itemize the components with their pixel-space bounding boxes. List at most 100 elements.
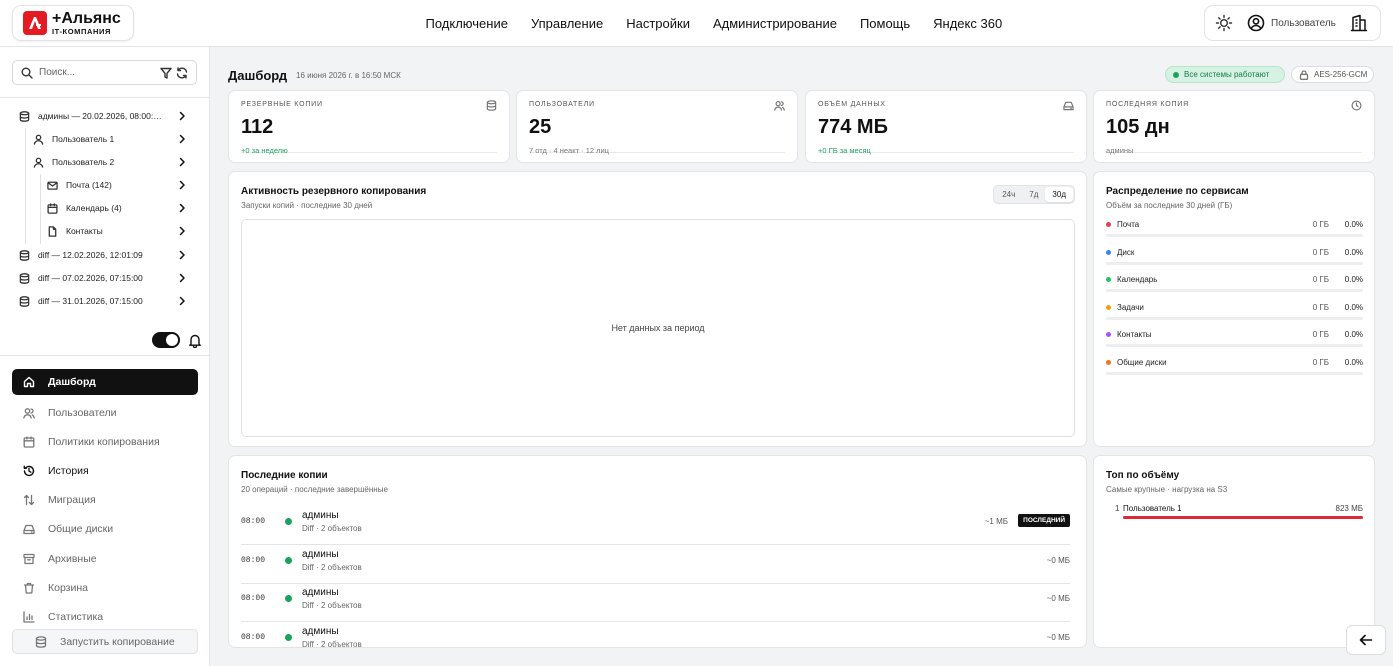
brand-name: +Альянс	[52, 9, 121, 27]
menu-label: Статистика	[48, 610, 104, 623]
refresh-icon[interactable]	[176, 66, 188, 79]
drive-icon	[23, 523, 35, 535]
lock-icon	[1299, 69, 1309, 80]
trash-icon	[23, 582, 35, 594]
tree-item-label: Почта (142)	[66, 180, 112, 190]
tree-item-mail[interactable]: Почта (142)	[47, 174, 187, 196]
brand-logo[interactable]: +Альянс IT-КОМПАНИЯ	[12, 5, 134, 41]
chevron-right-icon[interactable]	[177, 134, 187, 144]
menu-users[interactable]: Пользователи	[12, 398, 198, 427]
stat-value: 25	[529, 116, 552, 138]
stat-value: 774 МБ	[818, 116, 888, 138]
filter-icon[interactable]	[160, 67, 172, 79]
tree-item-user[interactable]: Пользователь 1	[33, 128, 187, 150]
database-icon	[19, 249, 30, 261]
chevron-right-icon[interactable]	[177, 157, 187, 167]
nav-yandex-360[interactable]: Яндекс 360	[922, 16, 1014, 31]
drive-icon	[1063, 100, 1074, 111]
menu-migration[interactable]: Миграция	[12, 486, 198, 515]
tree-guide-line	[25, 128, 26, 244]
nav-settings[interactable]: Настройки	[615, 16, 702, 31]
backup-name: админы	[302, 625, 339, 637]
sun-icon[interactable]	[1215, 14, 1233, 32]
top-name: Пользователь 1	[1123, 504, 1182, 513]
status-badge: Все системы работают	[1165, 66, 1285, 83]
service-percent: 0.0%	[1344, 330, 1363, 340]
range-30d[interactable]: 30д	[1045, 187, 1073, 202]
menu-trash[interactable]: Корзина	[12, 573, 198, 602]
tree-item-contacts[interactable]: Контакты	[47, 220, 187, 242]
menu-policies[interactable]: Политики копирования	[12, 427, 198, 456]
chevron-right-icon[interactable]	[177, 273, 187, 283]
backup-size: ~0 МБ	[1046, 594, 1070, 604]
nav-help[interactable]: Помощь	[848, 16, 921, 31]
arrow-left-icon	[1358, 632, 1374, 648]
chevron-right-icon[interactable]	[177, 180, 187, 190]
chevron-right-icon[interactable]	[177, 111, 187, 121]
stat-card-users: Пользователи 25 7 отд · 4 неакт · 12 лиц	[516, 90, 798, 163]
nav-connection[interactable]: Подключение	[414, 16, 519, 31]
service-volume: 0 ГБ	[1312, 330, 1329, 340]
theme-toggle[interactable]	[152, 332, 180, 348]
backup-meta: Diff · 2 объектов	[302, 562, 362, 572]
database-icon	[486, 100, 497, 111]
chevron-right-icon[interactable]	[177, 250, 187, 260]
backup-status-dot	[285, 556, 292, 564]
range-7d[interactable]: 7д	[1022, 187, 1045, 202]
recent-subtitle: 20 операций · последние завершённые	[241, 485, 388, 494]
chevron-right-icon[interactable]	[177, 226, 187, 236]
top-size: 823 МБ	[1335, 504, 1363, 513]
stat-value: 105 дн	[1106, 116, 1170, 138]
tree-item-backup[interactable]: diff — 12.02.2026, 12:01:09	[19, 244, 187, 266]
tree-item-backup[interactable]: diff — 31.01.2026, 07:15:00	[19, 290, 187, 312]
backup-name: админы	[302, 548, 339, 560]
chevron-right-icon[interactable]	[177, 296, 187, 306]
backup-row[interactable]: 08:00 админы Diff · 2 объектов ~0 МБ	[241, 545, 1070, 584]
backup-row[interactable]: 08:00 админы Diff · 2 объектов ~0 МБ	[241, 583, 1070, 623]
user-menu[interactable]: Пользователь	[1247, 14, 1336, 32]
back-button[interactable]	[1346, 625, 1386, 655]
menu-history[interactable]: История	[12, 456, 198, 485]
service-name: Календарь	[1117, 275, 1158, 285]
home-icon	[23, 376, 35, 388]
bell-icon[interactable]	[188, 333, 202, 348]
tree-item-user[interactable]: Пользователь 2	[33, 151, 187, 173]
sidebar-controls	[152, 332, 202, 348]
encryption-badge: AES-256-GCM	[1291, 66, 1374, 83]
menu-label: История	[48, 464, 89, 477]
nav-management[interactable]: Управление	[519, 16, 614, 31]
tree-item-label: diff — 12.02.2026, 12:01:09	[38, 250, 143, 260]
status-badge-label: Все системы работают	[1184, 70, 1270, 79]
building-icon[interactable]	[1350, 14, 1368, 32]
backup-row[interactable]: 08:00 админы Diff · 2 объектов ~1 МБ ПОСЛЕДН…	[241, 506, 1070, 545]
run-backup-button[interactable]: Запустить копирование	[12, 629, 198, 654]
search-box[interactable]	[12, 60, 197, 85]
chevron-right-icon[interactable]	[177, 203, 187, 213]
tree-item-backup[interactable]: diff — 07.02.2026, 07:15:00	[19, 267, 187, 289]
menu-statistics[interactable]: Статистика	[12, 602, 198, 631]
tree-item-calendar[interactable]: Календарь (4)	[47, 197, 187, 219]
backup-row[interactable]: 08:00 админы Diff · 2 объектов ~0 МБ	[241, 622, 1070, 647]
user-icon	[33, 134, 44, 145]
menu-shared-drives[interactable]: Общие диски	[12, 515, 198, 544]
tree-item-label: diff — 31.01.2026, 07:15:00	[38, 296, 143, 306]
run-backup-label: Запустить копирование	[60, 635, 175, 648]
file-icon	[47, 225, 58, 237]
backup-meta: Diff · 2 объектов	[302, 524, 362, 533]
database-icon	[19, 110, 30, 122]
mail-icon	[47, 180, 58, 191]
tree-item-backup[interactable]: админы — 20.02.2026, 08:00:…	[19, 105, 187, 127]
service-percent: 0.0%	[1344, 302, 1363, 312]
menu-archived[interactable]: Архивные	[12, 544, 198, 573]
service-percent: 0.0%	[1344, 247, 1363, 257]
nav-administration[interactable]: Администрирование	[701, 16, 848, 31]
range-24h[interactable]: 24ч	[995, 187, 1022, 202]
search-input[interactable]	[39, 67, 149, 78]
stat-label: Последняя копия	[1106, 101, 1189, 108]
tree-item-label: diff — 07.02.2026, 07:15:00	[38, 273, 143, 283]
menu-dashboard[interactable]: Дашборд	[12, 369, 198, 395]
sidebar-divider	[0, 97, 209, 98]
service-progress-bar	[1106, 372, 1363, 375]
backup-status-dot	[285, 518, 292, 525]
stat-label: Объём данных	[818, 101, 886, 108]
